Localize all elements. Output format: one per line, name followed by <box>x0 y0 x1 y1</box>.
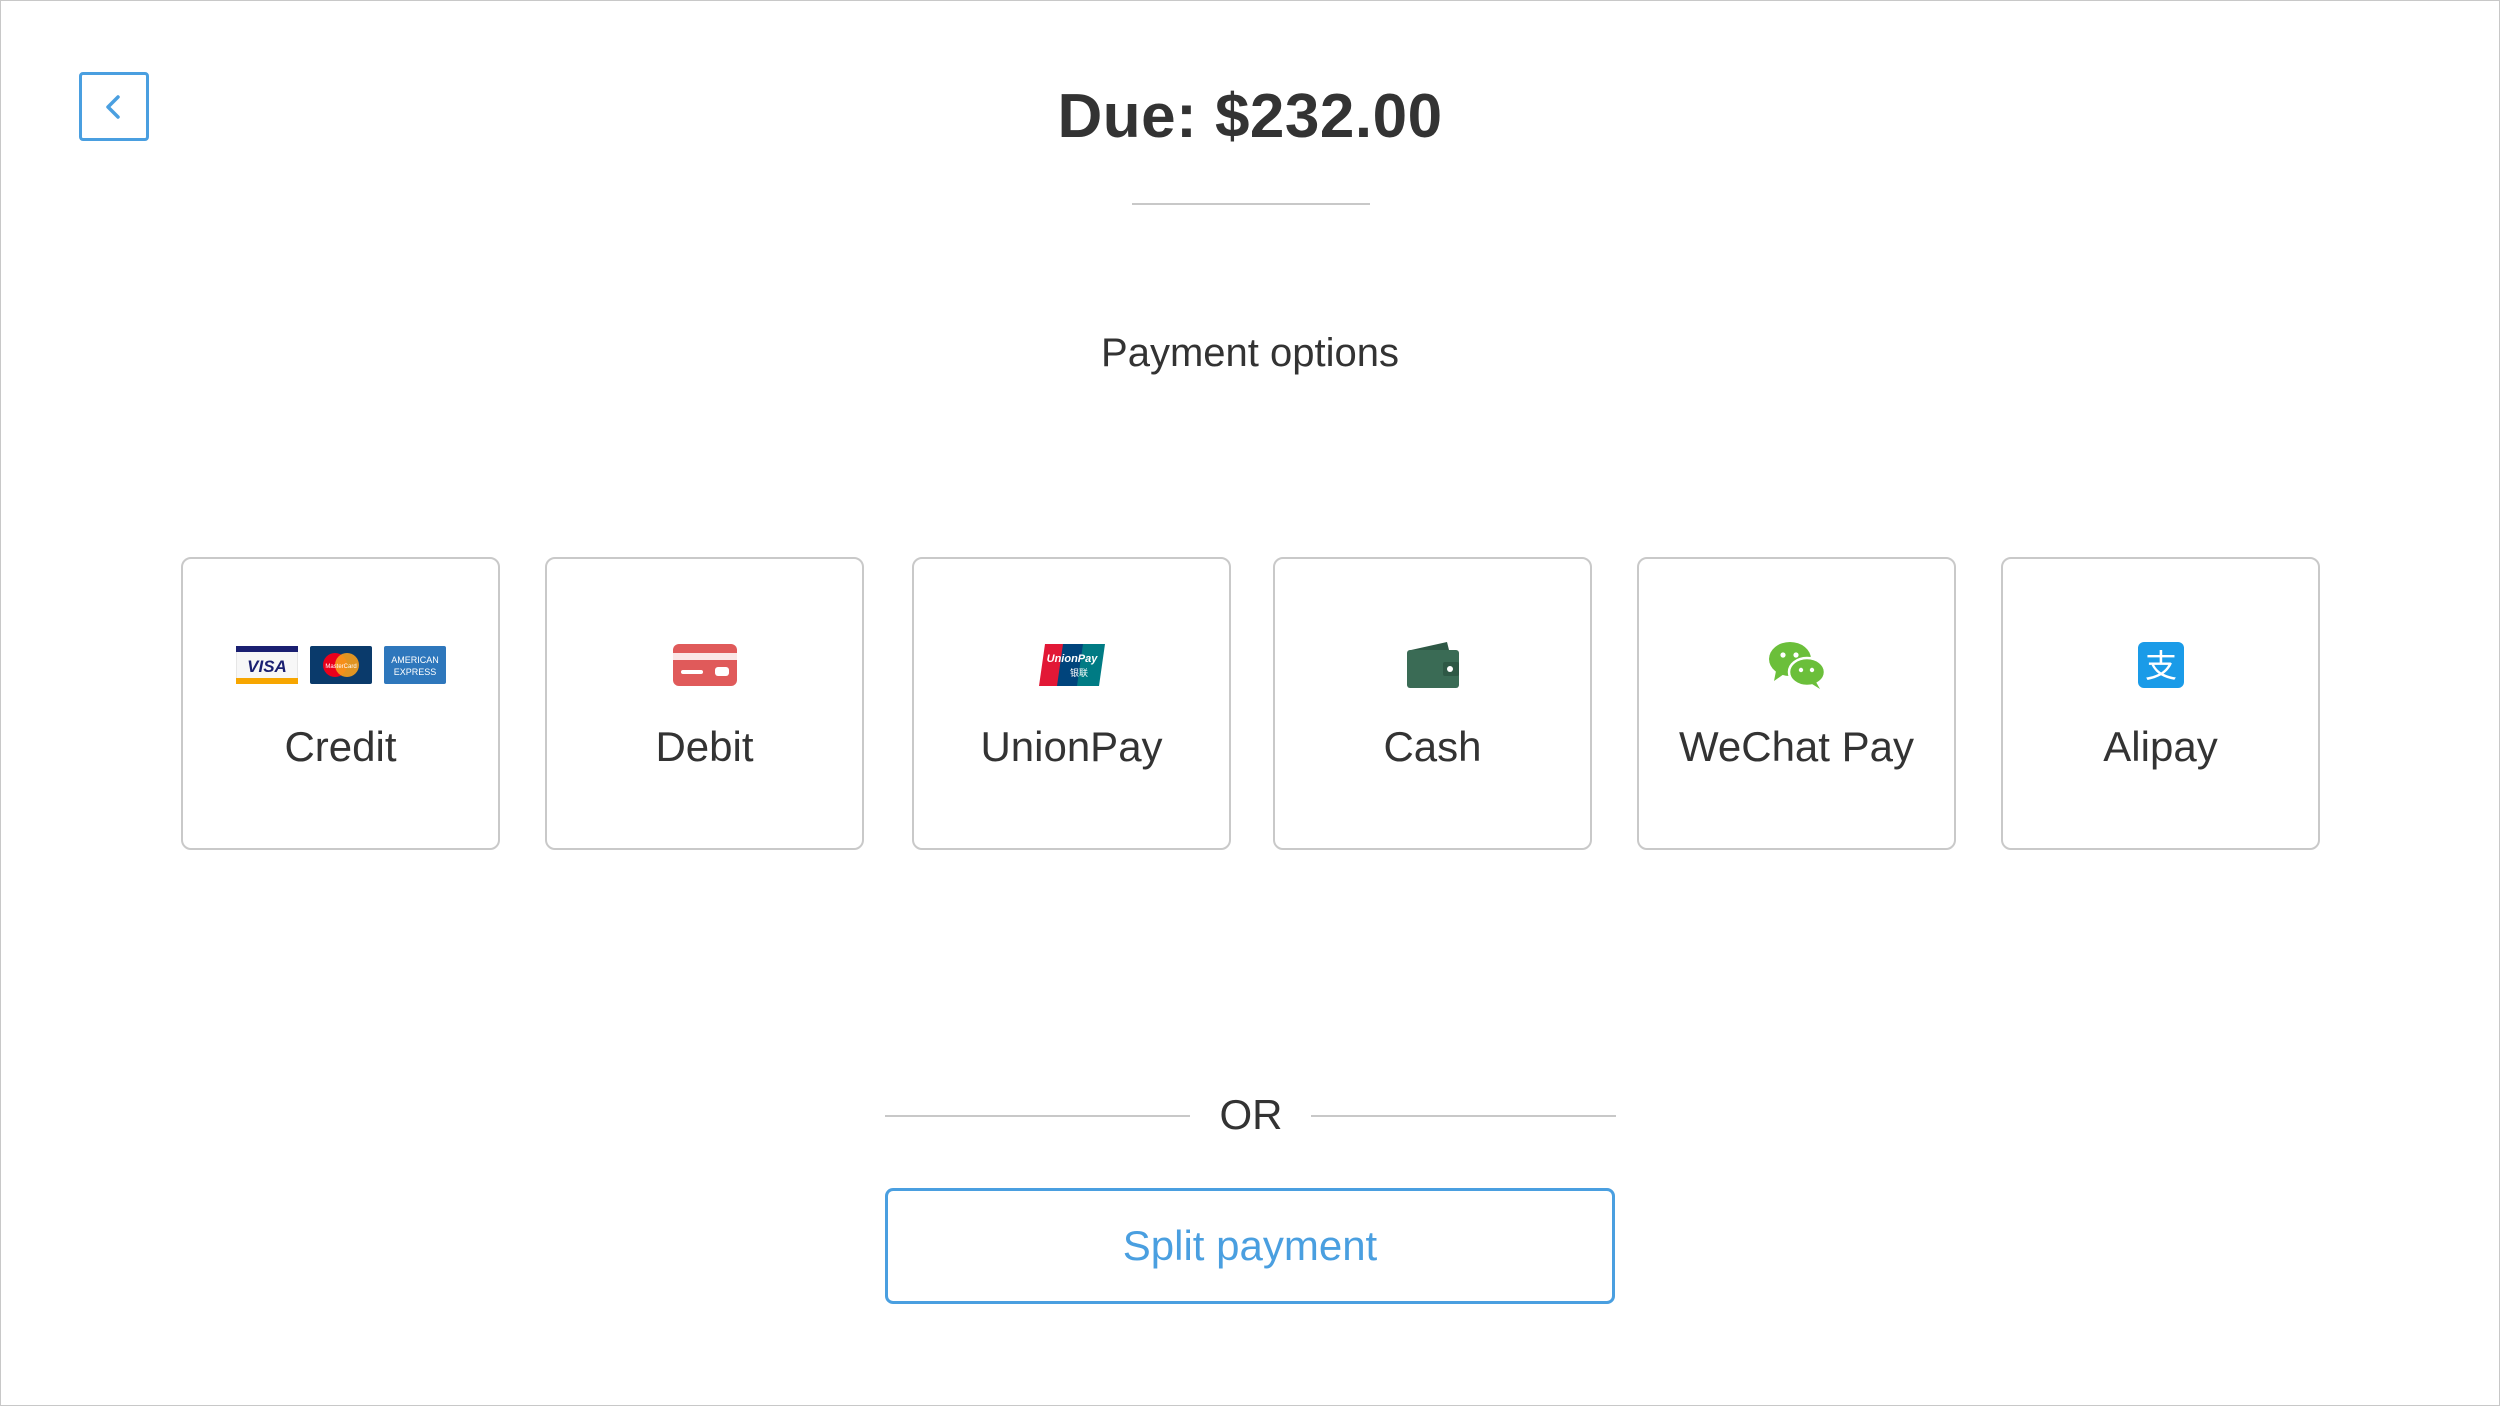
option-label-alipay: Alipay <box>2103 723 2218 770</box>
svg-text:VISA: VISA <box>247 657 287 676</box>
payment-options-heading: Payment options <box>1101 331 1399 375</box>
svg-text:EXPRESS: EXPRESS <box>393 667 436 677</box>
svg-text:MasterCard: MasterCard <box>325 664 356 670</box>
credit-card-brands: VISA MasterCard AMERICAN EXPRESS <box>183 641 498 689</box>
debit-icon-wrap <box>547 641 862 689</box>
title-divider <box>1132 203 1370 205</box>
visa-icon: VISA <box>235 646 298 684</box>
alipay-icon-wrap: 支 <box>2003 641 2318 689</box>
payment-option-unionpay[interactable]: UnionPay 银联 UnionPay <box>912 557 1231 850</box>
payment-option-cash[interactable]: Cash <box>1273 557 1592 850</box>
debit-card-icon <box>672 644 737 686</box>
or-divider-right <box>1311 1115 1616 1117</box>
svg-text:AMERICAN: AMERICAN <box>391 655 439 665</box>
payment-option-wechat-pay[interactable]: WeChat Pay <box>1637 557 1956 850</box>
option-label-cash: Cash <box>1383 723 1482 770</box>
svg-text:UnionPay: UnionPay <box>1046 653 1098 665</box>
mastercard-icon: MasterCard <box>309 646 372 684</box>
option-label-wechat-pay: WeChat Pay <box>1679 723 1914 770</box>
amount-due-title: Due: $232.00 <box>1057 82 1443 151</box>
payment-option-alipay[interactable]: 支 Alipay <box>2001 557 2320 850</box>
payment-screen: Due: $232.00 Payment options VISA Master… <box>0 0 2500 1406</box>
alipay-icon: 支 <box>2137 642 2184 688</box>
option-label-unionpay: UnionPay <box>980 723 1163 770</box>
or-divider-left <box>885 1115 1190 1117</box>
unionpay-icon: UnionPay 银联 <box>1038 644 1105 686</box>
split-payment-button[interactable]: Split payment <box>885 1188 1615 1304</box>
wechat-icon <box>1768 642 1826 689</box>
unionpay-icon-wrap: UnionPay 银联 <box>914 641 1229 689</box>
payment-option-credit[interactable]: VISA MasterCard AMERICAN EXPRESS Credit <box>181 557 500 850</box>
payment-option-debit[interactable]: Debit <box>545 557 864 850</box>
svg-text:支: 支 <box>2144 647 2176 685</box>
option-label-credit: Credit <box>284 723 397 770</box>
svg-text:银联: 银联 <box>1069 667 1087 679</box>
wechat-icon-wrap <box>1639 641 1954 689</box>
amex-icon: AMERICAN EXPRESS <box>383 646 446 684</box>
wallet-icon <box>1406 642 1459 688</box>
cash-icon-wrap <box>1275 641 1590 689</box>
option-label-debit: Debit <box>655 723 754 770</box>
or-label: OR <box>1219 1091 1283 1138</box>
